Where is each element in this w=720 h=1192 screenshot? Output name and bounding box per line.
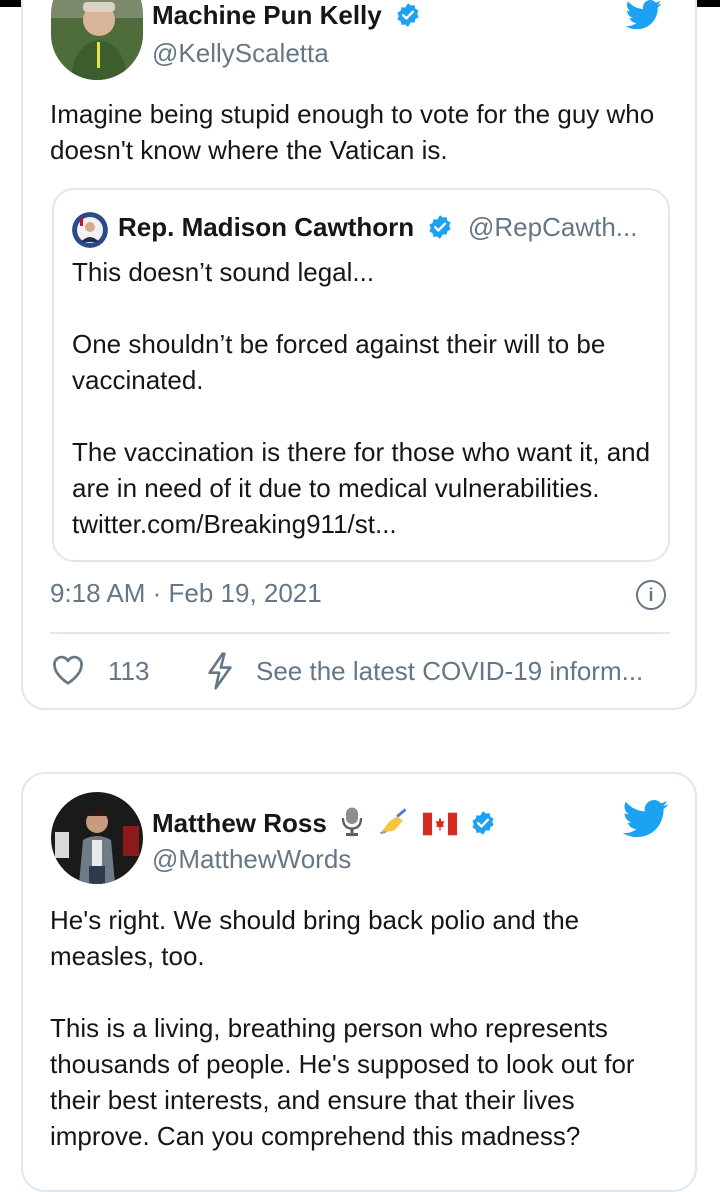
author-handle[interactable]: @MatthewWords [152, 844, 351, 875]
divider [50, 632, 670, 634]
twitter-bird-icon[interactable] [623, 800, 669, 838]
lightning-icon[interactable] [206, 652, 234, 690]
verified-icon [397, 3, 419, 27]
quoted-avatar[interactable] [72, 212, 108, 248]
avatar[interactable] [51, 0, 143, 80]
info-icon[interactable]: i [636, 580, 666, 610]
author-name[interactable]: Machine Pun Kelly [152, 0, 421, 31]
tweet-card[interactable]: Matthew Ross @MatthewWords He's right. W… [21, 772, 697, 1192]
quoted-author-handle[interactable]: @RepCawth... [468, 212, 637, 243]
avatar[interactable] [51, 792, 143, 884]
tweet-card[interactable]: Machine Pun Kelly @KellyScaletta Imagine… [21, 0, 697, 710]
like-count[interactable]: 113 [108, 656, 149, 687]
tweet-timestamp[interactable]: 9:18 AM · Feb 19, 2021 [50, 578, 322, 609]
tweet-text: Imagine being stupid enough to vote for … [50, 99, 655, 165]
writing-hand-icon [380, 808, 407, 835]
twitter-bird-icon[interactable] [623, 0, 665, 30]
verified-icon [472, 811, 494, 835]
author-handle[interactable]: @KellyScaletta [152, 38, 329, 69]
canada-flag-icon [422, 812, 457, 836]
heart-icon[interactable] [50, 652, 86, 686]
quoted-author-name[interactable]: Rep. Madison Cawthorn [118, 212, 453, 243]
quoted-tweet[interactable]: Rep. Madison Cawthorn @RepCawth... This … [52, 188, 670, 562]
microphone-icon [341, 807, 363, 836]
covid-info-link[interactable]: See the latest COVID-19 inform... [256, 656, 643, 687]
verified-icon [429, 215, 451, 239]
tweet-text: He's right. We should bring back polio a… [50, 905, 635, 1151]
author-name[interactable]: Matthew Ross [152, 806, 496, 839]
quoted-tweet-text: This doesn’t sound legal... One shouldn’… [72, 257, 651, 539]
